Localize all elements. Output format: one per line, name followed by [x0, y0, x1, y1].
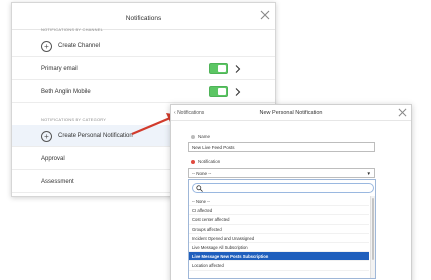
close-icon[interactable] — [260, 10, 270, 20]
primary-email-toggle[interactable] — [209, 63, 228, 74]
category-label: Approval — [41, 156, 65, 162]
notification-select-value: -- None -- — [192, 171, 212, 176]
dropdown-option[interactable]: Location affected — [189, 261, 369, 271]
create-personal-label: Create Personal Notification — [58, 133, 133, 139]
search-icon — [196, 185, 203, 192]
dropdown-option[interactable]: Groups affected — [189, 225, 369, 234]
notification-dropdown: -- None -- CI affected Cost center affec… — [188, 179, 376, 279]
channel-label: Primary email — [41, 66, 78, 72]
dropdown-search-input[interactable] — [192, 183, 374, 193]
header-divider — [171, 120, 411, 121]
caret-down-icon: ▼ — [366, 171, 371, 176]
add-icon: + — [41, 131, 52, 142]
notifications-title: Notifications — [125, 15, 162, 22]
new-personal-notification-panel: ‹ Notifications New Personal Notificatio… — [170, 104, 412, 280]
create-channel-row[interactable]: + Create Channel — [12, 35, 275, 57]
category-label: Assessment — [41, 179, 74, 185]
panel-title: New Personal Notification — [259, 110, 323, 116]
dropdown-option[interactable]: -- None -- — [189, 197, 369, 207]
add-icon: + — [41, 41, 52, 52]
notification-label-text: Notification — [198, 159, 221, 164]
category-section-label: NOTIFICATIONS BY CATEGORY — [41, 117, 107, 122]
notification-select[interactable]: -- None -- ▼ — [188, 168, 375, 178]
field-indicator-icon — [191, 134, 195, 139]
channel-row-mobile[interactable]: Beth Anglin Mobile — [12, 81, 275, 103]
name-label-text: Name — [198, 134, 211, 139]
notification-field-label: Notification — [191, 159, 220, 164]
create-channel-label: Create Channel — [58, 43, 101, 49]
chevron-right-icon[interactable] — [235, 65, 241, 73]
dropdown-option-selected[interactable]: Live Message New Posts Subscription — [189, 252, 369, 262]
dropdown-options: -- None -- CI affected Cost center affec… — [189, 197, 369, 271]
dropdown-option[interactable]: CI affected — [189, 206, 369, 216]
name-field-label: Name — [191, 134, 210, 139]
name-field[interactable]: New Live Feed Posts — [188, 142, 375, 152]
mobile-toggle[interactable] — [209, 86, 228, 97]
scrollbar-thumb[interactable] — [372, 198, 374, 260]
dropdown-scrollbar[interactable] — [370, 196, 375, 278]
channel-row-primary-email[interactable]: Primary email — [12, 58, 275, 80]
chevron-right-icon[interactable] — [235, 88, 241, 96]
required-indicator-icon — [191, 159, 195, 164]
dropdown-option[interactable]: Incident Opened and Unassigned — [189, 234, 369, 243]
channel-label: Beth Anglin Mobile — [41, 89, 91, 95]
close-icon[interactable] — [398, 108, 407, 117]
channel-section-label: NOTIFICATIONS BY CHANNEL — [41, 27, 103, 32]
dropdown-option[interactable]: Cost center affected — [189, 215, 369, 225]
dropdown-option[interactable]: Live Message All Subscription — [189, 243, 369, 253]
